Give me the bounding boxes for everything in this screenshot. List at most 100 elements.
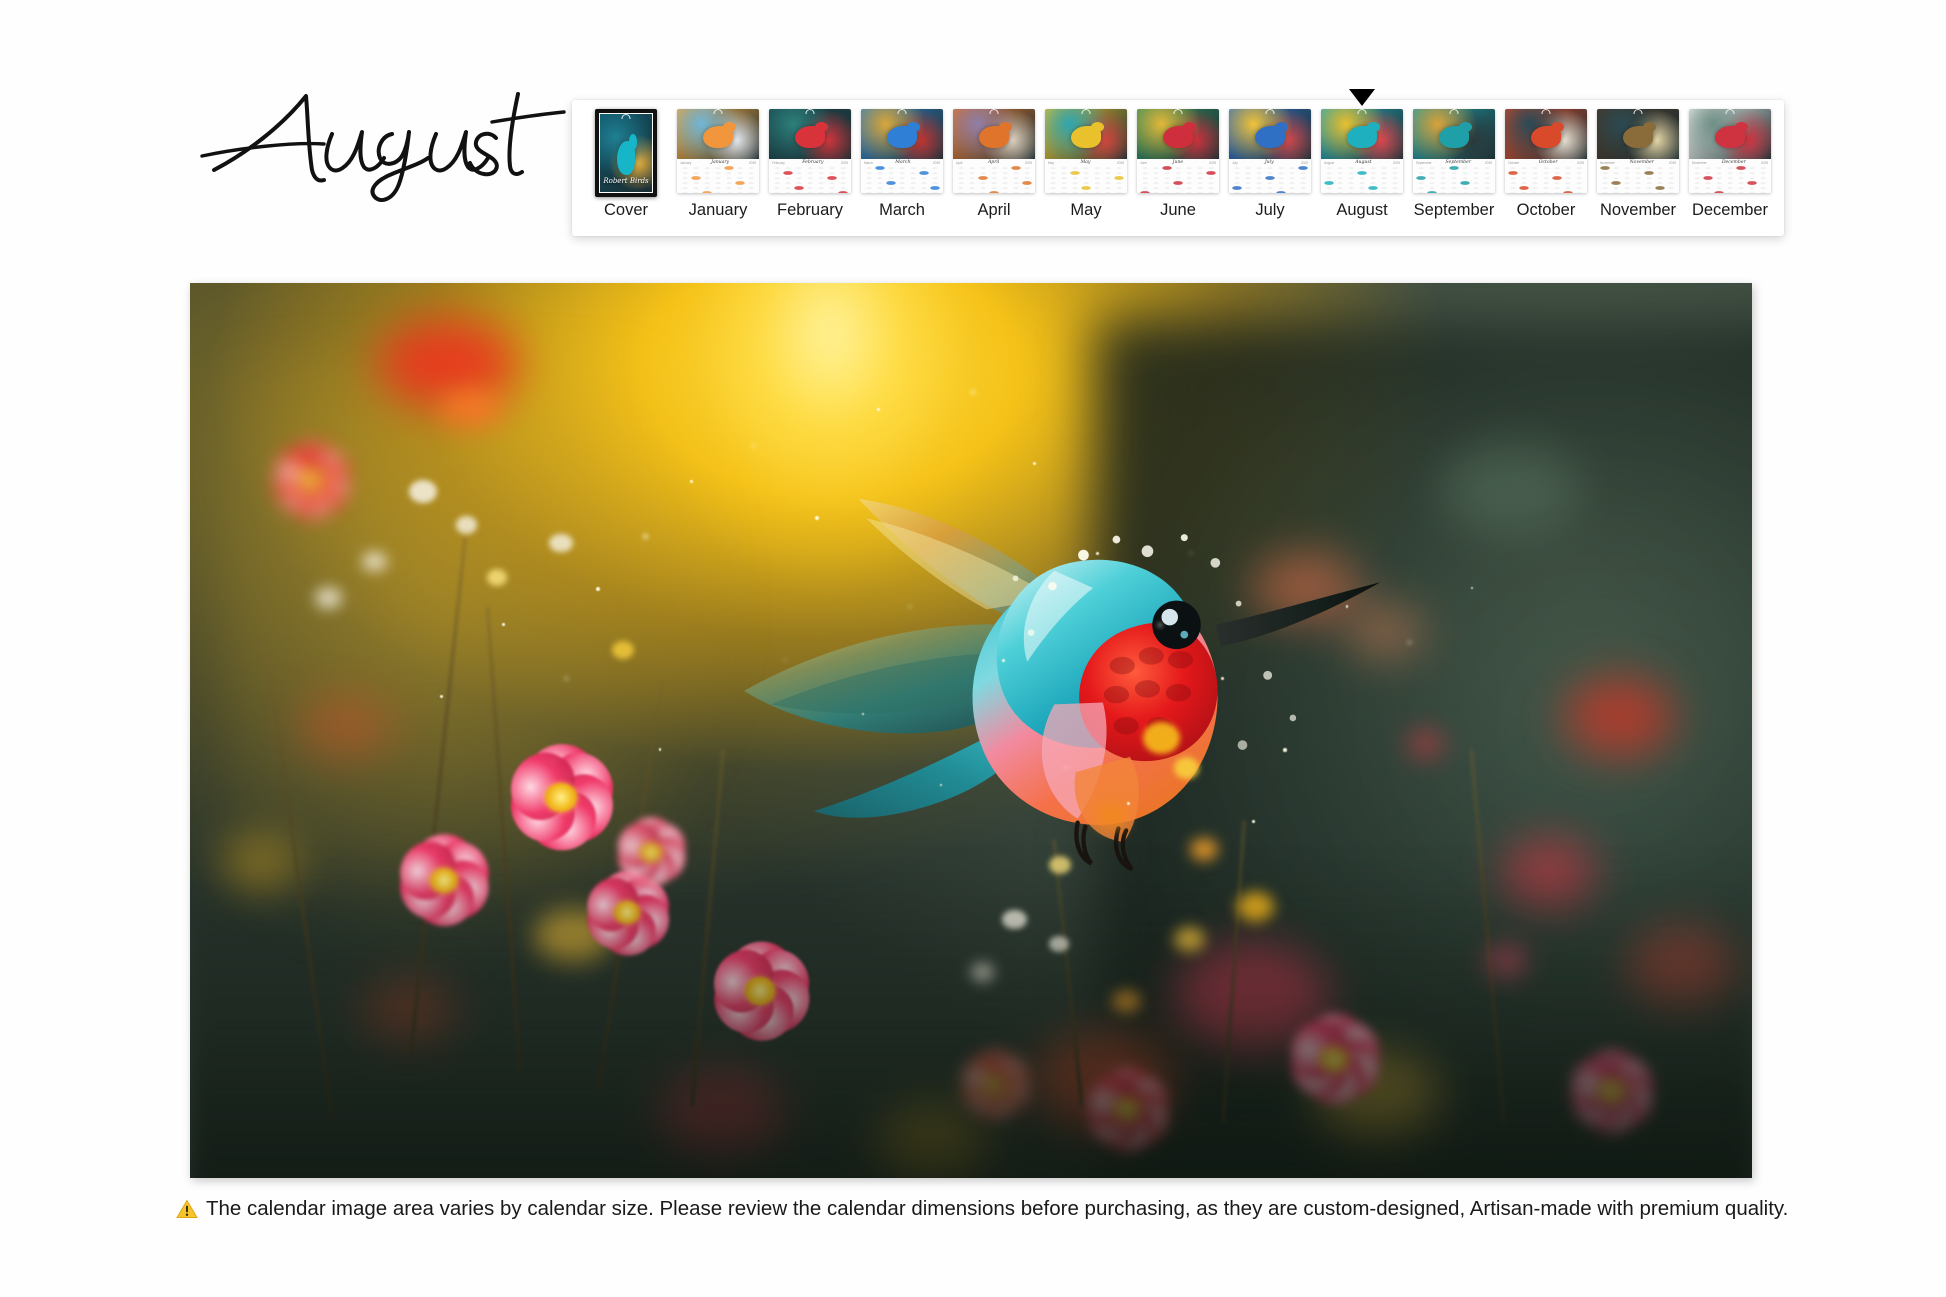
day-dot [1164, 187, 1170, 190]
day-dot [980, 172, 986, 175]
flower-center [299, 469, 324, 491]
day-dot [1429, 177, 1435, 180]
day-dot [910, 192, 916, 193]
day-dot [1565, 187, 1571, 190]
thumbnail-bird-head [814, 122, 829, 132]
thumbnail-june[interactable]: June June 2025 June [1132, 109, 1224, 221]
day-dot [1024, 177, 1030, 180]
day-dot [888, 167, 894, 170]
thumbnail-day-dots [1048, 166, 1124, 193]
day-dot [1727, 187, 1733, 190]
day-dot [980, 192, 986, 193]
day-dot [866, 182, 872, 185]
thumbnail-month-name: July [1232, 161, 1238, 165]
day-dot [1429, 182, 1435, 185]
thumbnail-bird-head [1366, 122, 1381, 132]
day-dot [989, 191, 999, 193]
day-dot [1021, 181, 1032, 186]
thumbnail-january[interactable]: January January 2025 January [672, 109, 764, 221]
thumbnail-label: February [776, 201, 844, 219]
thumbnail-february[interactable]: February February 2025 February [764, 109, 856, 221]
light-particle [861, 712, 864, 715]
day-dot [1370, 177, 1376, 180]
day-dot [1554, 172, 1560, 175]
thumbnail-day-dots [1324, 166, 1400, 193]
day-dot [1462, 172, 1468, 175]
day-dot [1418, 167, 1424, 170]
thumbnail-september[interactable]: September September 2025 September [1408, 109, 1500, 221]
calendar-page-thumbnail-strip[interactable]: Robert Birds Cover January January 2025 Janua… [572, 89, 1784, 236]
bokeh-flower [1564, 676, 1674, 758]
day-dot [748, 187, 754, 190]
day-dot [1554, 187, 1560, 190]
thumbnail-november[interactable]: November November 2025 November [1592, 109, 1684, 221]
day-dot [1197, 177, 1203, 180]
thumbnail-bird-hummingbird [1321, 109, 1403, 159]
day-dot [1705, 182, 1711, 185]
thumbnail-grid-header: August August 2025 [1324, 160, 1400, 165]
day-dot [1013, 177, 1019, 180]
day-dot [1256, 187, 1262, 190]
main-calendar-image[interactable] [190, 283, 1752, 1178]
thumbnail-day-dots [680, 166, 756, 193]
thumbnail-image: Robert Birds [595, 109, 657, 197]
day-dot [1153, 177, 1159, 180]
day-dot [1050, 182, 1056, 185]
thumbnail-month-script: November [1629, 160, 1654, 165]
day-dot [1451, 192, 1457, 193]
day-dot [829, 172, 835, 175]
small-flower [611, 641, 634, 659]
day-dot [1760, 187, 1766, 190]
day-dot [888, 187, 894, 190]
thumbnail-year: 2025 [932, 161, 940, 165]
day-dot [1267, 192, 1273, 193]
day-dot [1116, 192, 1122, 193]
day-dot [829, 187, 835, 190]
day-dot [1105, 187, 1111, 190]
day-dot [1072, 192, 1078, 193]
thumbnail-month-name: September [1416, 161, 1432, 165]
thumbnail-april[interactable]: April April 2025 April [948, 109, 1040, 221]
day-dot [1736, 166, 1746, 171]
thumbnail-year: 2025 [1392, 161, 1400, 165]
thumbnail-label: November [1599, 201, 1677, 219]
thumbnail-bird-orange-robin [953, 109, 1035, 159]
thumbnail-may[interactable]: May May 2025 May [1040, 109, 1132, 221]
day-dot [726, 177, 732, 180]
thumbnail-july[interactable]: July July 2025 July [1224, 109, 1316, 221]
calendar-hanger-icon [1357, 109, 1367, 114]
thumbnail-label: June [1160, 201, 1196, 219]
day-dot [1050, 187, 1056, 190]
day-dot [724, 166, 734, 171]
day-dot [1370, 192, 1376, 193]
thumbnail-month-script: April [987, 160, 1000, 165]
day-dot [1624, 172, 1630, 175]
thumbnail-month-name: June [1140, 161, 1147, 165]
day-dot [1543, 187, 1549, 190]
day-dot [1646, 192, 1652, 193]
day-dot [899, 177, 905, 180]
thumbnail-bird-head [906, 122, 921, 132]
day-dot [899, 192, 905, 193]
day-dot [1381, 167, 1387, 170]
day-dot [1521, 182, 1527, 185]
disclaimer-note: The calendar image area varies by calend… [176, 1196, 1796, 1222]
day-dot [1562, 191, 1573, 193]
day-dot [1532, 187, 1538, 190]
day-dot [1705, 187, 1711, 190]
disclaimer-text: The calendar image area varies by calend… [206, 1197, 1789, 1220]
day-dot [866, 187, 872, 190]
thumbnail-day-dots [772, 166, 848, 193]
thumbnail-october[interactable]: October October 2025 October [1500, 109, 1592, 221]
thumbnail-cover[interactable]: Robert Birds Cover [580, 109, 672, 221]
day-dot [932, 182, 938, 185]
day-dot [1002, 167, 1008, 170]
day-dot [704, 187, 710, 190]
day-dot [1234, 167, 1240, 170]
thumbnail-grid-header: May May 2025 [1048, 160, 1124, 165]
thumbnail-december[interactable]: December December 2025 December [1684, 109, 1776, 221]
thumbnail-august[interactable]: August August 2025 August [1316, 89, 1408, 221]
thumbnail-march[interactable]: March March 2025 March [856, 109, 948, 221]
day-dot [682, 172, 688, 175]
day-dot [918, 171, 929, 176]
